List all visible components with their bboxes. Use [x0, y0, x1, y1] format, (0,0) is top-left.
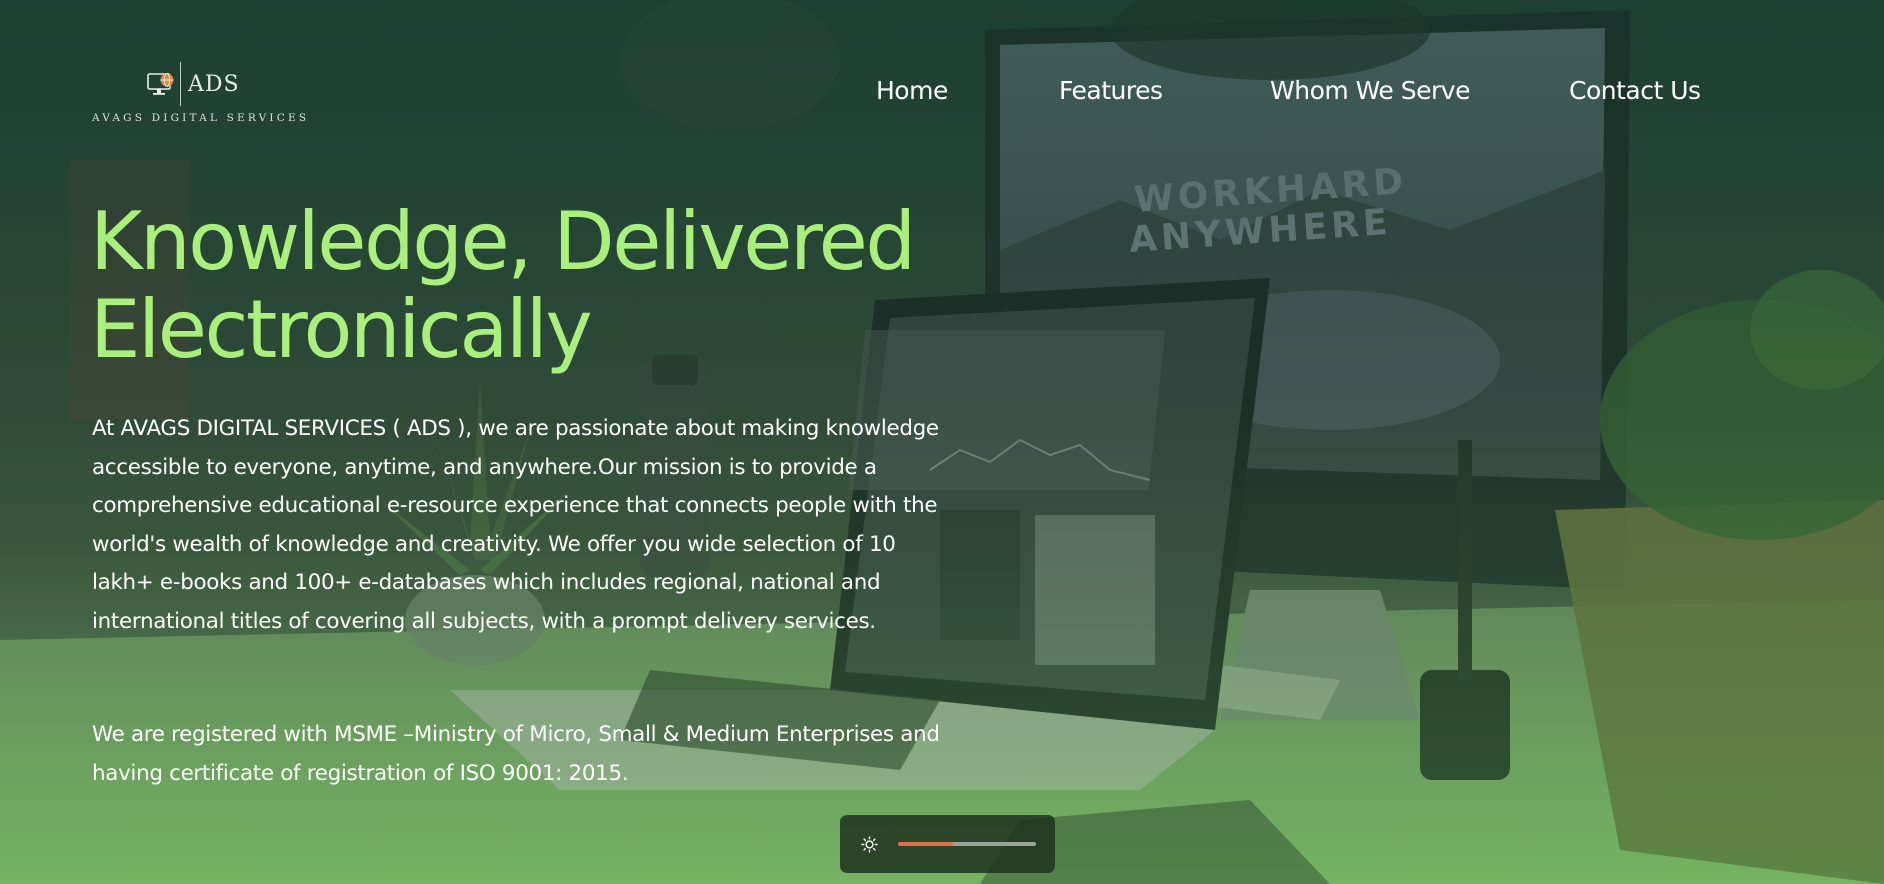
hero-section: WORKHARD ANYWHERE ADS AVAGS DIGITAL SERV…	[0, 0, 1884, 884]
brightness-slider-fill	[898, 842, 954, 846]
nav-contact-us-link[interactable]: Contact Us	[1569, 76, 1701, 105]
sun-icon[interactable]	[861, 836, 878, 853]
hero-registration-note: We are registered with MSME –Ministry of…	[92, 722, 940, 786]
headline-line-1: Knowledge, Delivered	[90, 195, 916, 288]
brightness-slider[interactable]	[898, 842, 1036, 846]
nav-whom-we-serve-link[interactable]: Whom We Serve	[1270, 76, 1470, 105]
hero-headline: Knowledge, Delivered Electronically	[90, 195, 916, 376]
main-nav: Home Features Whom We Serve Contact Us	[0, 76, 1884, 116]
nav-features-link[interactable]: Features	[1059, 76, 1163, 105]
nav-home-link[interactable]: Home	[876, 76, 948, 105]
headline-line-2: Electronically	[90, 283, 593, 376]
brightness-control	[840, 815, 1055, 873]
hero-description: At AVAGS DIGITAL SERVICES ( ADS ), we ar…	[92, 416, 939, 634]
